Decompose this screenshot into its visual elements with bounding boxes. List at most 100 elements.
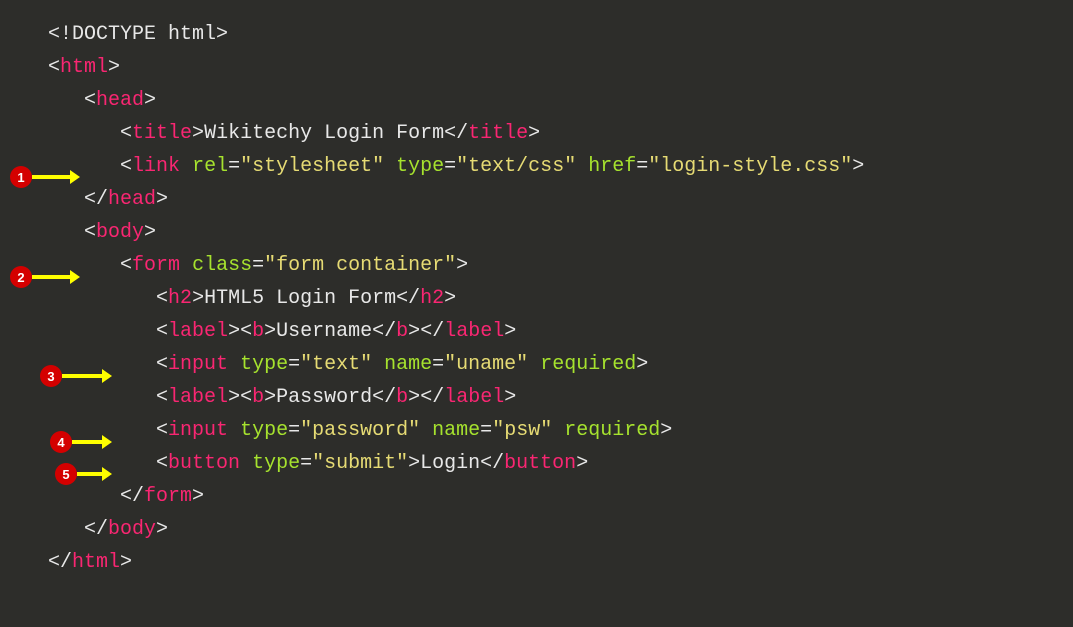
punct: <	[156, 320, 168, 343]
punct: <	[120, 254, 132, 277]
string: "login-style.css"	[648, 155, 852, 178]
punct: <	[120, 155, 132, 178]
tag: h2	[420, 287, 444, 310]
arrow-head-icon	[70, 270, 80, 284]
tag: head	[108, 188, 156, 211]
tag: html	[60, 56, 108, 79]
tag: b	[396, 320, 408, 343]
arrow-head-icon	[102, 369, 112, 383]
arrow-head-icon	[102, 435, 112, 449]
punct: >	[192, 122, 204, 145]
attr: required	[564, 419, 660, 442]
punct: >	[108, 56, 120, 79]
punct: </	[420, 320, 444, 343]
punct: <	[156, 452, 168, 475]
marker-circle-5: 5	[55, 463, 77, 485]
punct: </	[120, 485, 144, 508]
punct: <	[156, 419, 168, 442]
punct: >	[228, 320, 240, 343]
punct: =	[432, 353, 444, 376]
punct: >	[216, 23, 228, 46]
tag: title	[132, 122, 192, 145]
string: "text"	[300, 353, 372, 376]
string: "uname"	[444, 353, 528, 376]
annotation-marker-1: 1	[10, 166, 80, 188]
space	[180, 155, 192, 178]
punct: >	[576, 452, 588, 475]
tag: label	[168, 320, 228, 343]
h2-text: HTML5 Login Form	[204, 287, 396, 310]
tag: b	[396, 386, 408, 409]
punct: <	[84, 221, 96, 244]
arrow-line	[62, 374, 102, 378]
punct: </	[396, 287, 420, 310]
code-line: <input type="text" name="uname" required…	[48, 348, 1073, 381]
punct: <	[120, 122, 132, 145]
attr: name	[432, 419, 480, 442]
punct: </	[48, 551, 72, 574]
punct: >	[408, 320, 420, 343]
punct: =	[288, 419, 300, 442]
punct: =	[480, 419, 492, 442]
code-line: </head>	[48, 183, 1073, 216]
punct: </	[84, 518, 108, 541]
arrow-line	[32, 175, 70, 179]
tag: label	[168, 386, 228, 409]
tag: b	[252, 386, 264, 409]
punct: </	[372, 320, 396, 343]
space	[576, 155, 588, 178]
attr: type	[240, 353, 288, 376]
marker-circle-4: 4	[50, 431, 72, 453]
tag: title	[468, 122, 528, 145]
annotation-marker-5: 5	[55, 463, 112, 485]
tag: input	[168, 419, 228, 442]
code-line: <input type="password" name="psw" requir…	[48, 414, 1073, 447]
punct: </	[444, 122, 468, 145]
punct: >	[408, 386, 420, 409]
title-text: Wikitechy Login Form	[204, 122, 444, 145]
tag: input	[168, 353, 228, 376]
space	[372, 353, 384, 376]
code-line: <h2>HTML5 Login Form</h2>	[48, 282, 1073, 315]
label-text: Username	[276, 320, 372, 343]
punct: >	[504, 386, 516, 409]
punct: >	[144, 221, 156, 244]
punct: =	[300, 452, 312, 475]
arrow-head-icon	[70, 170, 80, 184]
punct: >	[636, 353, 648, 376]
tag: button	[504, 452, 576, 475]
punct: >	[456, 254, 468, 277]
tag: h2	[168, 287, 192, 310]
attr: rel	[192, 155, 228, 178]
string: "submit"	[312, 452, 408, 475]
string: "stylesheet"	[240, 155, 384, 178]
code-line: <html>	[48, 51, 1073, 84]
attr: class	[192, 254, 252, 277]
arrow-line	[32, 275, 70, 279]
punct: =	[444, 155, 456, 178]
punct: >	[156, 518, 168, 541]
tag: link	[132, 155, 180, 178]
punct: =	[288, 353, 300, 376]
string: "form container"	[264, 254, 456, 277]
tag: button	[168, 452, 240, 475]
label-text: Password	[276, 386, 372, 409]
tag: form	[132, 254, 180, 277]
annotation-marker-4: 4	[50, 431, 112, 453]
code-line: </html>	[48, 546, 1073, 579]
punct: <	[156, 386, 168, 409]
punct: >	[228, 386, 240, 409]
punct: </	[420, 386, 444, 409]
punct: =	[636, 155, 648, 178]
string: "password"	[300, 419, 420, 442]
punct: <	[240, 320, 252, 343]
arrow-head-icon	[102, 467, 112, 481]
code-line: <button type="submit">Login</button>	[48, 447, 1073, 480]
punct: <	[240, 386, 252, 409]
space	[228, 353, 240, 376]
punct: <	[156, 353, 168, 376]
punct: >	[660, 419, 672, 442]
punct: =	[228, 155, 240, 178]
code-line: </body>	[48, 513, 1073, 546]
attr: type	[240, 419, 288, 442]
